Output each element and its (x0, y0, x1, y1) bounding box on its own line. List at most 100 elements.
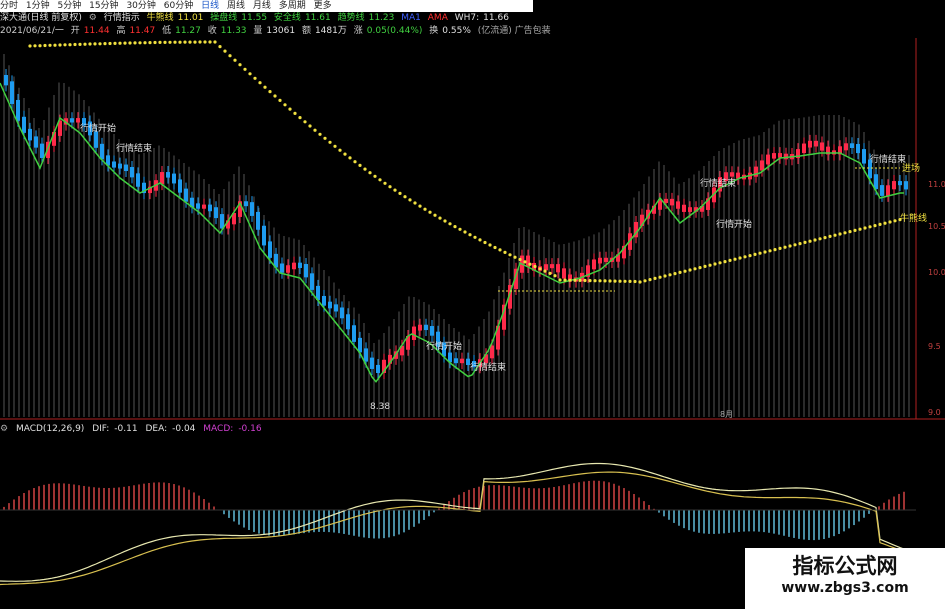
signal-end-label-4: 行情结束 (870, 153, 906, 165)
candle-body (118, 163, 122, 169)
candle-body (184, 188, 188, 202)
bull-bear-dot (303, 120, 307, 124)
candle-body (250, 202, 254, 216)
candle-body (544, 264, 548, 271)
candle-body (592, 259, 596, 270)
candle-body (70, 118, 74, 123)
bull-bear-dot (628, 279, 632, 283)
bull-bear-dot (698, 266, 702, 270)
bull-bear-dot (168, 40, 172, 44)
bull-bear-dot (353, 160, 357, 164)
macd-title[interactable]: MACD(12,26,9) (16, 424, 84, 434)
bull-bear-dot (293, 111, 297, 115)
candle-body (304, 263, 308, 278)
candle-body (322, 295, 326, 306)
bull-bear-dot (718, 261, 722, 265)
gear-icon[interactable]: ⚙ (0, 424, 8, 434)
candle-body (196, 203, 200, 209)
bull-bear-dot (38, 44, 42, 48)
bull-bear-dot (808, 239, 812, 243)
bull-bear-dot (708, 263, 712, 267)
bull-bear-dot (123, 41, 127, 45)
bull-bear-dot (438, 216, 442, 220)
candle-body (556, 264, 560, 273)
candle-body (262, 225, 266, 246)
bull-bear-dot (113, 41, 117, 46)
bull-bear-dot (348, 156, 352, 160)
bull-bear-dot (523, 260, 527, 264)
bull-bear-dot (563, 278, 567, 282)
bull-bear-dot (418, 204, 422, 208)
candle-body (460, 358, 464, 364)
bull-bear-dot (218, 45, 222, 49)
bull-bear-dot (493, 245, 497, 250)
bull-bear-dot (648, 278, 652, 282)
bull-bear-dot (613, 279, 617, 283)
bull-bear-dot (198, 40, 202, 44)
bull-bear-dot (893, 219, 897, 223)
candle-body (244, 201, 248, 207)
dea-value: -0.04 (172, 424, 196, 434)
bull-bear-dot (578, 278, 582, 282)
bull-bear-dot (428, 210, 432, 214)
bull-bear-dot (738, 256, 742, 260)
candle-body (856, 144, 860, 154)
niu-tag-label: 牛熊线 (900, 212, 927, 224)
candle-body (862, 149, 866, 164)
month-mark: 8月 (720, 410, 733, 419)
macd-value: -0.16 (238, 424, 262, 434)
bull-bear-dot (888, 220, 892, 224)
kline-chart[interactable]: 8.38 行情开始 行情结束 行情开始 行情结束 行情开始 行情结束 行情结束 … (0, 0, 945, 609)
candle-body (214, 207, 218, 219)
bull-bear-dot (798, 242, 802, 246)
bull-bear-dot (263, 85, 267, 89)
bull-bear-dot (403, 195, 407, 199)
candle-body (202, 204, 206, 209)
bull-bear-dot (343, 152, 347, 156)
candle-body (370, 357, 374, 369)
candle-body (754, 166, 758, 177)
y-tick-5: 9.0 (928, 408, 941, 417)
bull-bear-dot (313, 128, 317, 132)
watermark-url: www.zbgs3.com (781, 580, 909, 596)
bull-bear-dot (88, 42, 92, 46)
bull-bear-dot (823, 236, 827, 240)
bull-bear-dot (183, 40, 187, 44)
bull-bear-dot (118, 41, 122, 45)
bull-bear-dot (148, 41, 152, 45)
bull-bear-dot (458, 227, 462, 231)
bull-bear-dot (393, 188, 397, 192)
bull-bear-dot (633, 279, 637, 284)
bull-bear-dot (68, 43, 72, 47)
enter-label: 进场 (902, 163, 920, 174)
bull-bear-dot (103, 42, 107, 46)
bull-bear-dot (413, 201, 417, 205)
candle-body (682, 204, 686, 212)
bull-bear-dot (603, 279, 607, 283)
candle-body (40, 143, 44, 159)
candle-body (328, 301, 332, 309)
candle-body (664, 198, 668, 203)
signal-start-label-2: 行情开始 (426, 340, 462, 352)
bull-bear-dot (243, 67, 247, 71)
bull-bear-dot (163, 40, 167, 45)
bull-bear-dot (858, 227, 862, 231)
bull-bear-dot (618, 279, 622, 283)
candle-body (598, 257, 602, 264)
bull-bear-dot (238, 63, 242, 67)
bull-bear-dot (433, 213, 437, 217)
bull-bear-dot (478, 238, 482, 242)
bull-bear-dot (368, 171, 372, 175)
bull-bear-dot (48, 43, 52, 47)
bull-bear-dot (408, 198, 412, 202)
bull-bear-dot (833, 233, 837, 237)
bull-bear-dot (188, 40, 192, 44)
bull-bear-dot (483, 240, 487, 245)
candle-body (178, 179, 182, 193)
candle-body (892, 181, 896, 190)
bull-bear-dot (193, 40, 197, 44)
low-price-label: 8.38 (370, 402, 390, 412)
bull-bear-dot (748, 254, 752, 258)
bull-bear-dot (283, 103, 287, 107)
bull-bear-dot (658, 275, 662, 279)
